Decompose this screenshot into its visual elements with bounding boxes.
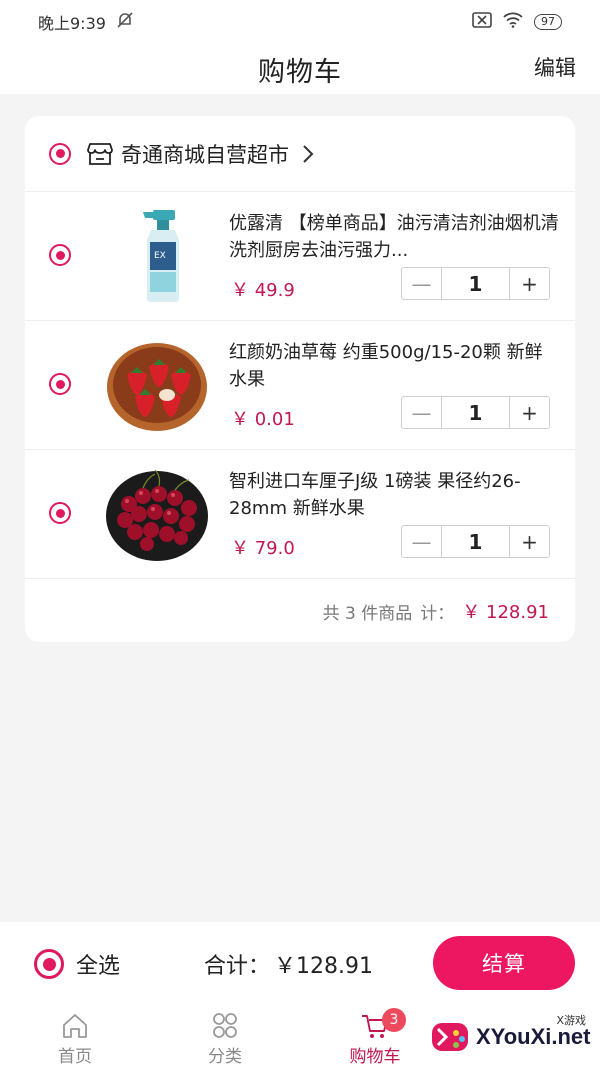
cleaner-spray-bottle-image[interactable]: EX [105,206,209,306]
quantity-stepper: — + [401,525,550,558]
decrease-button[interactable]: — [402,397,442,428]
cart-item: 红颜奶油草莓 约重500g/15-20颗 新鲜水果 ￥ 0.01 — + [25,321,575,450]
select-all-label[interactable]: 全选 [76,948,120,980]
select-all-radio[interactable] [34,949,64,979]
item-count-text: 共 3 件商品 [322,603,413,624]
wifi-icon [502,12,524,32]
page-title: 购物车 [258,56,342,88]
cart-store-card: 奇通商城自营超市 EX 优露清 【榜单商品】油污清洁剂油烟机清洗剂厨房去油污强力… [25,116,575,642]
tab-home[interactable]: 首页 [0,1006,150,1067]
increase-button[interactable]: + [509,397,549,428]
quantity-stepper: — + [401,267,550,300]
cart-item: 智利进口车厘子J级 1磅装 果径约26-28mm 新鲜水果 ￥ 79.0 — + [25,450,575,579]
svg-text:EX: EX [154,251,166,261]
status-bar: 晚上9:39 97 [0,0,600,44]
store-select-radio[interactable] [49,142,71,165]
tab-label: 首页 [58,1047,92,1067]
item-select-radio[interactable] [49,373,71,395]
status-time: 晚上9:39 [38,14,106,33]
grand-total-label: 合计： [204,954,271,979]
quantity-input[interactable] [442,526,509,557]
watermark: XYouXi.net X游戏 [428,1006,600,1067]
store-summary: 共 3 件商品 计： ￥ 128.91 [25,579,575,642]
item-price: ￥ 49.9 [231,280,295,301]
store-total-value: ￥ 128.91 [462,602,549,623]
store-icon [87,142,113,165]
item-title[interactable]: 红颜奶油草莓 约重500g/15-20颗 新鲜水果 [229,339,559,393]
watermark-small-text: X游戏 [556,1014,586,1027]
tab-label: 购物车 [349,1047,401,1067]
category-icon [213,1013,237,1038]
edit-button[interactable]: 编辑 [534,52,576,82]
cart-item: EX 优露清 【榜单商品】油污清洁剂油烟机清洗剂厨房去油污强力... ￥ 49.… [25,192,575,321]
store-header[interactable]: 奇通商城自营超市 [25,116,575,192]
decrease-button[interactable]: — [402,268,442,299]
grand-total-value: ￥128.91 [274,954,374,979]
quantity-input[interactable] [442,268,509,299]
cart-count-badge: 3 [382,1008,406,1032]
store-total-label: 计： [420,603,455,624]
item-select-radio[interactable] [49,244,71,266]
quantity-stepper: — + [401,396,550,429]
item-title[interactable]: 智利进口车厘子J级 1磅装 果径约26-28mm 新鲜水果 [229,468,559,522]
tab-category[interactable]: 分类 [150,1006,300,1067]
checkout-button[interactable]: 结算 [433,936,575,990]
item-title[interactable]: 优露清 【榜单商品】油污清洁剂油烟机清洗剂厨房去油污强力... [229,210,559,264]
gamepad-logo-icon [432,1022,468,1051]
item-price: ￥ 0.01 [231,409,295,430]
item-select-radio[interactable] [49,502,71,524]
chevron-right-icon [303,144,314,163]
tab-label: 分类 [208,1047,242,1067]
checkout-bar: 全选 合计： ￥128.91 结算 [0,922,600,1006]
bell-muted-icon [116,11,134,33]
strawberry-bowl-image[interactable] [105,335,209,435]
nav-bar: 购物车 编辑 [0,44,600,94]
home-icon [63,1014,87,1038]
cherry-plate-image[interactable] [105,464,209,564]
increase-button[interactable]: + [509,268,549,299]
store-name: 奇通商城自营超市 [121,142,289,167]
increase-button[interactable]: + [509,526,549,557]
item-price: ￥ 79.0 [231,538,295,559]
decrease-button[interactable]: — [402,526,442,557]
quantity-input[interactable] [442,397,509,428]
battery-indicator: 97 [534,14,562,30]
sim-icon [472,12,492,32]
